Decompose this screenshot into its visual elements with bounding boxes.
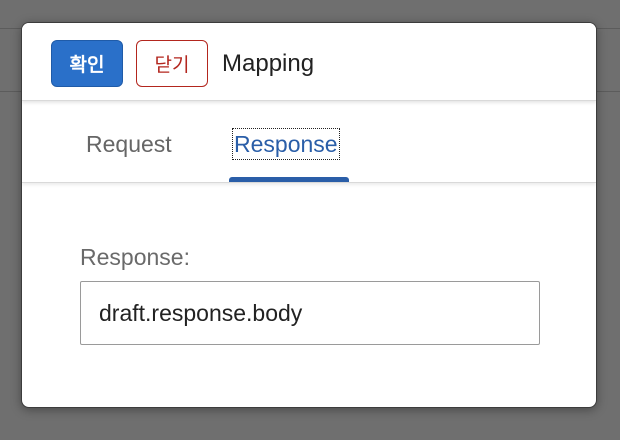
- response-input[interactable]: [80, 281, 540, 345]
- response-field-label: Response:: [80, 244, 190, 270]
- mapping-dialog: 확인 닫기 Mapping Request Response Response:: [21, 22, 597, 408]
- tab-request[interactable]: Request: [86, 129, 172, 159]
- dialog-title: Mapping: [222, 50, 315, 77]
- confirm-button[interactable]: 확인: [51, 40, 123, 87]
- dialog-header: 확인 닫기 Mapping: [22, 23, 596, 101]
- active-tab-indicator: [229, 177, 349, 182]
- close-button[interactable]: 닫기: [136, 40, 208, 87]
- tab-response[interactable]: Response: [232, 128, 340, 160]
- tab-bar: Request Response: [22, 101, 596, 183]
